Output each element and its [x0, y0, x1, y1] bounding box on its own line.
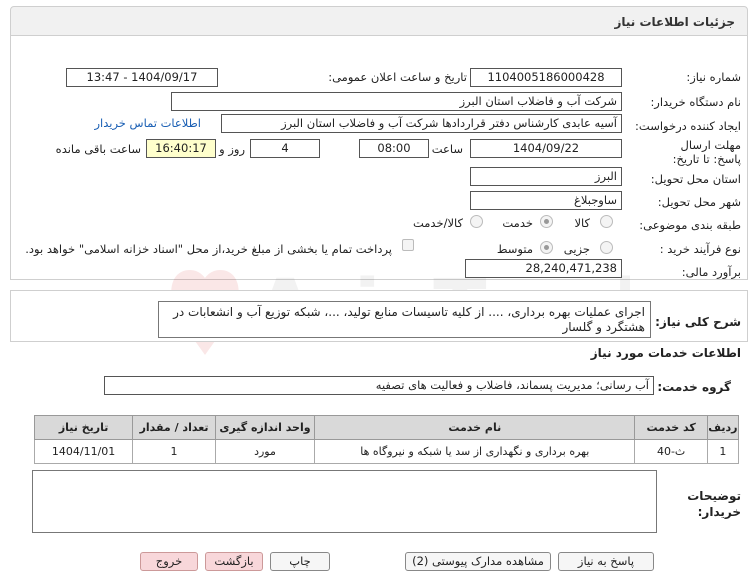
title-bar: جزئیات اطلاعات نیاز: [10, 6, 748, 36]
city-label: شهر محل تحویل:: [657, 195, 741, 209]
category-label: طبقه بندی موضوعی:: [639, 218, 741, 232]
announce-field: 1404/09/17 - 13:47: [66, 68, 218, 87]
col-need-date: تاریخ نیاز: [33, 415, 134, 440]
treasury-payment-checkbox[interactable]: [402, 239, 414, 251]
services-table: ردیف کد خدمت نام خدمت واحد اندازه گیری ت…: [33, 415, 740, 464]
service-group-label: گروه خدمت:: [657, 380, 731, 394]
requester-label: ایجاد کننده درخواست:: [635, 119, 741, 133]
category-option-both-label: کالا/خدمت: [412, 216, 463, 230]
description-label: شرح کلی نیاز:: [655, 315, 741, 329]
deadline-time-label: ساعت: [431, 142, 463, 156]
process-option-minor-label: جزیی: [563, 242, 590, 256]
col-unit: واحد اندازه گیری: [214, 415, 316, 440]
budget-label: برآورد مالی:: [681, 265, 741, 279]
service-code: ث-40: [634, 439, 708, 464]
exit-button[interactable]: خروج: [140, 552, 198, 571]
category-option-service-radio[interactable]: [540, 215, 553, 228]
announce-label: تاریخ و ساعت اعلان عمومی:: [328, 70, 467, 84]
row-number: 1: [706, 439, 740, 464]
service-need-date: 1404/11/01: [33, 439, 134, 464]
deadline-date-field: 1404/09/22: [470, 139, 622, 158]
col-service-code: کد خدمت: [634, 415, 708, 440]
back-button[interactable]: بازگشت: [205, 552, 263, 571]
service-quantity: 1: [132, 439, 216, 464]
remaining-label: ساعت باقی مانده: [55, 142, 141, 156]
buyer-contact-link[interactable]: اطلاعات تماس خریدار: [94, 116, 201, 130]
category-option-goods-radio[interactable]: [600, 215, 613, 228]
city-field: ساوجبلاغ: [470, 191, 622, 210]
service-name: بهره برداری و نگهداری از سد یا شبکه و نی…: [314, 439, 636, 464]
service-group-field: آب رسانی؛ مدیریت پسماند، فاضلاب و فعالیت…: [104, 376, 654, 395]
col-row: ردیف: [706, 415, 740, 440]
services-table-header: ردیف کد خدمت نام خدمت واحد اندازه گیری ت…: [33, 415, 740, 440]
view-attachments-button[interactable]: مشاهده مدارک پیوستی (2): [405, 552, 551, 571]
days-label: روز و: [219, 142, 245, 156]
treasury-payment-note: پرداخت تمام یا بخشی از مبلغ خرید،از محل …: [25, 242, 392, 256]
budget-field: 28,240,471,238: [465, 259, 622, 278]
page-title: جزئیات اطلاعات نیاز: [614, 15, 735, 29]
description-text: اجرای عملیات بهره برداری، .... از کلیه ت…: [158, 301, 651, 338]
process-option-medium-radio[interactable]: [540, 241, 553, 254]
process-option-minor-radio[interactable]: [600, 241, 613, 254]
reply-button[interactable]: پاسخ به نیاز: [558, 552, 654, 571]
buyer-notes-label: توضیحات خریدار:: [687, 489, 741, 519]
days-field: 4: [250, 139, 320, 158]
services-section-title: اطلاعات خدمات مورد نیاز: [590, 346, 741, 360]
process-option-medium-label: متوسط: [496, 242, 533, 256]
remaining-time-field: 16:40:17: [146, 139, 216, 158]
buyer-notes-textarea: [32, 470, 657, 533]
buyer-org-field: شرکت آب و فاضلاب استان البرز: [171, 92, 622, 111]
requester-field: آسیه عابدی کارشناس دفتر قراردادها شرکت آ…: [221, 114, 622, 133]
category-option-both-radio[interactable]: [470, 215, 483, 228]
need-number-label: شماره نیاز:: [686, 70, 741, 84]
col-service-name: نام خدمت: [314, 415, 636, 440]
table-row: 1 ث-40 بهره برداری و نگهداری از سد یا شب…: [33, 439, 740, 464]
province-label: استان محل تحویل:: [650, 172, 741, 186]
buyer-org-label: نام دستگاه خریدار:: [650, 95, 741, 109]
category-option-service-label: خدمت: [502, 216, 533, 230]
deadline-time-field: 08:00: [359, 139, 429, 158]
deadline-label: مهلت ارسال پاسخ: تا تاریخ:: [672, 138, 741, 166]
print-button[interactable]: چاپ: [270, 552, 330, 571]
process-label: نوع فرآیند خرید :: [659, 242, 741, 256]
col-quantity: تعداد / مقدار: [132, 415, 216, 440]
need-number-field: 1104005186000428: [470, 68, 622, 87]
category-option-goods-label: کالا: [574, 216, 590, 230]
service-unit: مورد: [214, 439, 316, 464]
province-field: البرز: [470, 167, 622, 186]
